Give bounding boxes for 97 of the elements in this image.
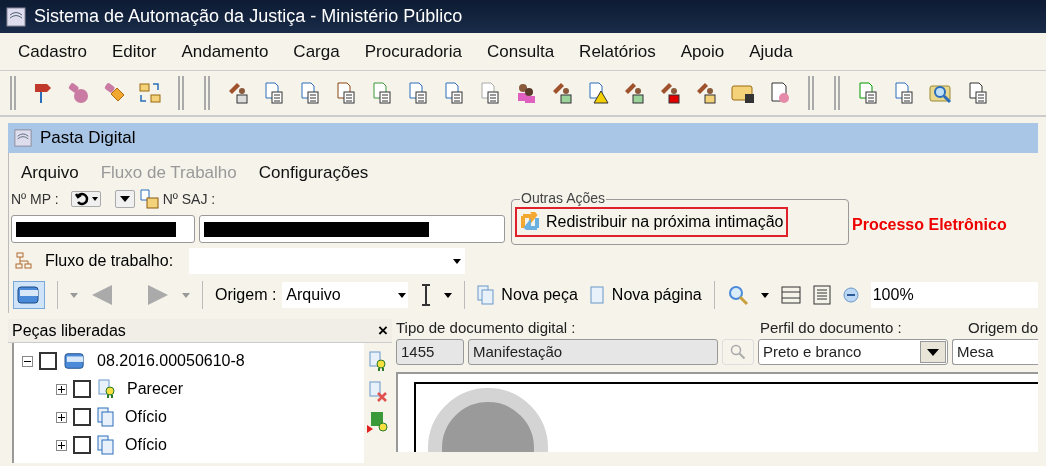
flowchart-icon <box>15 252 33 270</box>
menu-item[interactable]: Procuradoria <box>364 38 462 65</box>
menu-item[interactable]: Apoio <box>680 38 725 65</box>
collapse-toggle[interactable] <box>22 355 33 367</box>
tree-item-label[interactable]: 08.2016.00050610-8 <box>97 349 245 373</box>
plus-icon <box>58 385 65 393</box>
checkbox[interactable] <box>73 408 91 426</box>
toolbar-grip[interactable] <box>808 76 814 110</box>
document-icon[interactable] <box>298 81 322 105</box>
folders-icon[interactable] <box>138 81 162 105</box>
origin-field[interactable]: Mesa <box>951 339 1038 365</box>
folder-button[interactable] <box>13 281 45 309</box>
documents-icon <box>97 407 115 427</box>
menu-item[interactable]: Cadastro <box>18 38 87 65</box>
checkbox[interactable] <box>73 436 91 454</box>
refresh-icon <box>520 212 540 232</box>
document-icon[interactable] <box>892 81 916 105</box>
caret-icon <box>119 196 130 202</box>
tree-item-label[interactable]: Parecer <box>127 377 184 401</box>
document-icon[interactable] <box>442 81 466 105</box>
toolbar-grip[interactable] <box>178 76 184 110</box>
menu-item[interactable]: Relatórios <box>579 38 656 65</box>
menu-item[interactable]: Configurações <box>258 159 369 185</box>
new-page-button[interactable]: Nova página <box>589 283 702 307</box>
menu-item[interactable]: Arquivo <box>21 159 79 185</box>
menu-item[interactable]: Editor <box>112 38 157 65</box>
document-icon[interactable] <box>856 81 880 105</box>
field-label: Fluxo de trabalho: <box>45 251 174 271</box>
document-icon[interactable] <box>370 81 394 105</box>
dropdown-button[interactable] <box>114 190 135 208</box>
origin-dropdown[interactable]: Arquivo <box>282 282 409 308</box>
page-icon[interactable] <box>812 285 831 305</box>
panel-title: Peças liberadas <box>12 320 126 341</box>
text-cursor-icon[interactable] <box>420 284 433 306</box>
expand-toggle[interactable] <box>56 383 67 395</box>
search-icon <box>729 344 746 360</box>
expand-toggle[interactable] <box>56 439 67 451</box>
menu-item[interactable]: Consulta <box>487 38 555 65</box>
menu-item[interactable]: Andamento <box>181 38 269 65</box>
caret-icon[interactable] <box>444 292 453 298</box>
document-icon[interactable] <box>768 81 792 105</box>
warning-icon[interactable] <box>586 81 610 105</box>
plus-icon <box>58 441 65 449</box>
plus-icon <box>58 413 65 421</box>
document-icon[interactable] <box>966 81 990 105</box>
document-icon[interactable] <box>334 81 358 105</box>
caret-icon <box>398 292 407 298</box>
field-label: Origem do <box>967 319 1038 337</box>
undo-button[interactable] <box>70 191 101 207</box>
tree-item-label[interactable]: Ofício <box>125 433 167 457</box>
document-icon[interactable] <box>262 81 286 105</box>
field-label: Nº SAJ : <box>162 189 216 209</box>
caret-icon <box>453 258 462 264</box>
app-logo-icon <box>14 129 32 147</box>
profile-dropdown[interactable]: Preto e branco <box>757 339 948 365</box>
field-label: Tipo de documento digital : <box>395 319 577 337</box>
search-icon[interactable] <box>726 284 749 306</box>
delete-document-icon[interactable] <box>367 381 388 403</box>
folder-icon <box>63 351 87 371</box>
type-code-field[interactable]: 1455 <box>395 339 464 365</box>
document-icon <box>589 286 604 304</box>
fit-width-icon[interactable] <box>780 285 801 305</box>
caret-icon <box>926 348 939 356</box>
mp-number-field[interactable] <box>11 215 195 243</box>
flag-icon[interactable] <box>32 81 54 105</box>
undo-icon <box>73 192 90 206</box>
close-button[interactable]: × <box>378 322 388 339</box>
folder-icon <box>16 284 42 306</box>
toolbar-grip[interactable] <box>204 76 210 110</box>
zoom-out-icon[interactable] <box>842 287 859 303</box>
caret-icon <box>91 197 98 201</box>
checkbox[interactable] <box>73 380 91 398</box>
toolbar-grip[interactable] <box>834 76 840 110</box>
checkbox[interactable] <box>39 352 57 370</box>
app-logo-icon <box>6 6 26 27</box>
field-label: Origem : <box>215 285 277 305</box>
expand-toggle[interactable] <box>56 411 67 423</box>
status-label: Processo Eletrônico <box>852 215 1007 235</box>
subwindow-title: Pasta Digital <box>40 127 136 150</box>
new-piece-button[interactable]: Nova peça <box>477 283 578 307</box>
type-name-field[interactable]: Manifestação <box>467 339 718 365</box>
field-label: Perfil do documento : <box>759 319 903 337</box>
tree-item-label[interactable]: Ofício <box>125 405 167 429</box>
redistribute-button[interactable]: Redistribuir na próxima intimação <box>515 207 789 237</box>
group-legend: Outras Ações <box>520 190 607 206</box>
documents-icon <box>97 435 115 455</box>
document-icon[interactable] <box>478 81 502 105</box>
documents-icon <box>477 285 496 305</box>
menu-item[interactable]: Ajuda <box>749 38 793 65</box>
field-label: Nº MP : <box>11 189 59 209</box>
document-icon[interactable] <box>406 81 430 105</box>
zoom-field[interactable]: 100% <box>870 282 1038 308</box>
toolbar-grip[interactable] <box>10 76 16 110</box>
window-title: Sistema de Automação da Justiça - Ministério Público <box>34 5 463 28</box>
saj-number-field[interactable] <box>199 215 505 243</box>
menu-item[interactable]: Carga <box>293 38 340 65</box>
caret-icon[interactable] <box>760 292 769 298</box>
